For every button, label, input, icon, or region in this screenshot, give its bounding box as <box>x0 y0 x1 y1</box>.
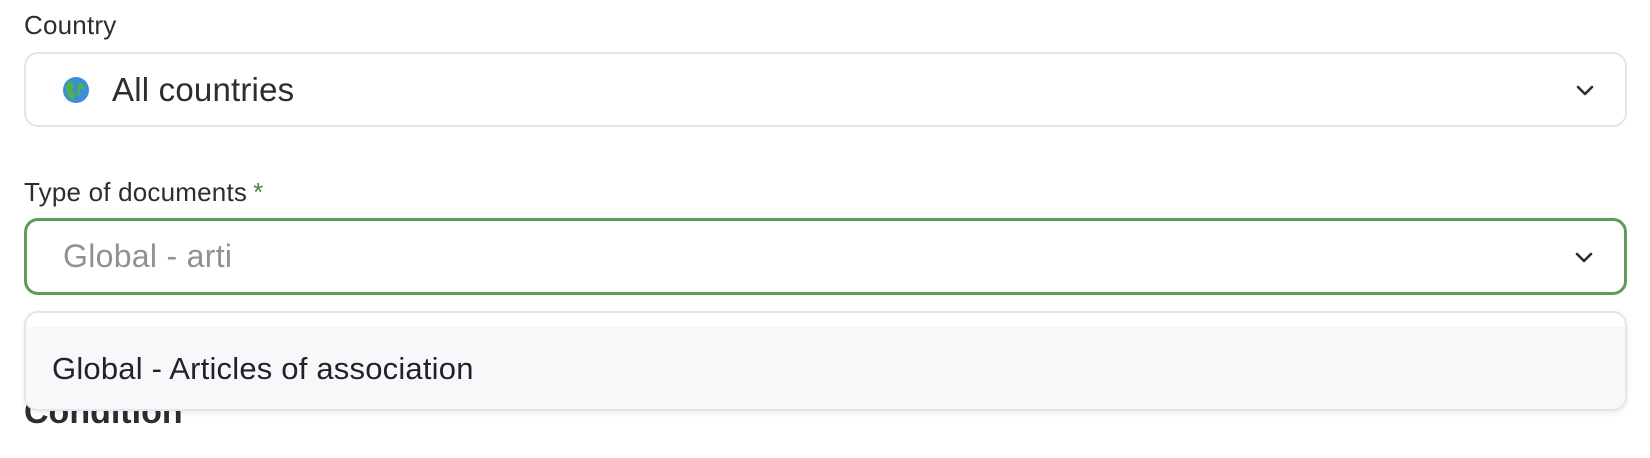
country-select-value: All countries <box>112 70 295 108</box>
document-type-label: Type of documents * <box>24 177 263 207</box>
dropdown-option[interactable]: Global - Articles of association <box>26 327 1625 409</box>
document-type-search-input[interactable] <box>63 238 1463 275</box>
required-marker: * <box>253 177 264 207</box>
chevron-down-icon[interactable] <box>1573 78 1597 102</box>
globe-icon <box>63 76 89 103</box>
document-type-label-text: Type of documents <box>24 177 248 207</box>
dropdown-option-label: Global - Articles of association <box>52 351 474 386</box>
document-type-select[interactable] <box>24 218 1627 295</box>
country-label-text: Country <box>24 10 117 40</box>
chevron-down-icon[interactable] <box>1572 245 1596 269</box>
document-type-dropdown: Global - Articles of association <box>24 311 1627 411</box>
country-select[interactable]: All countries <box>24 52 1627 127</box>
country-label: Country <box>24 10 116 40</box>
